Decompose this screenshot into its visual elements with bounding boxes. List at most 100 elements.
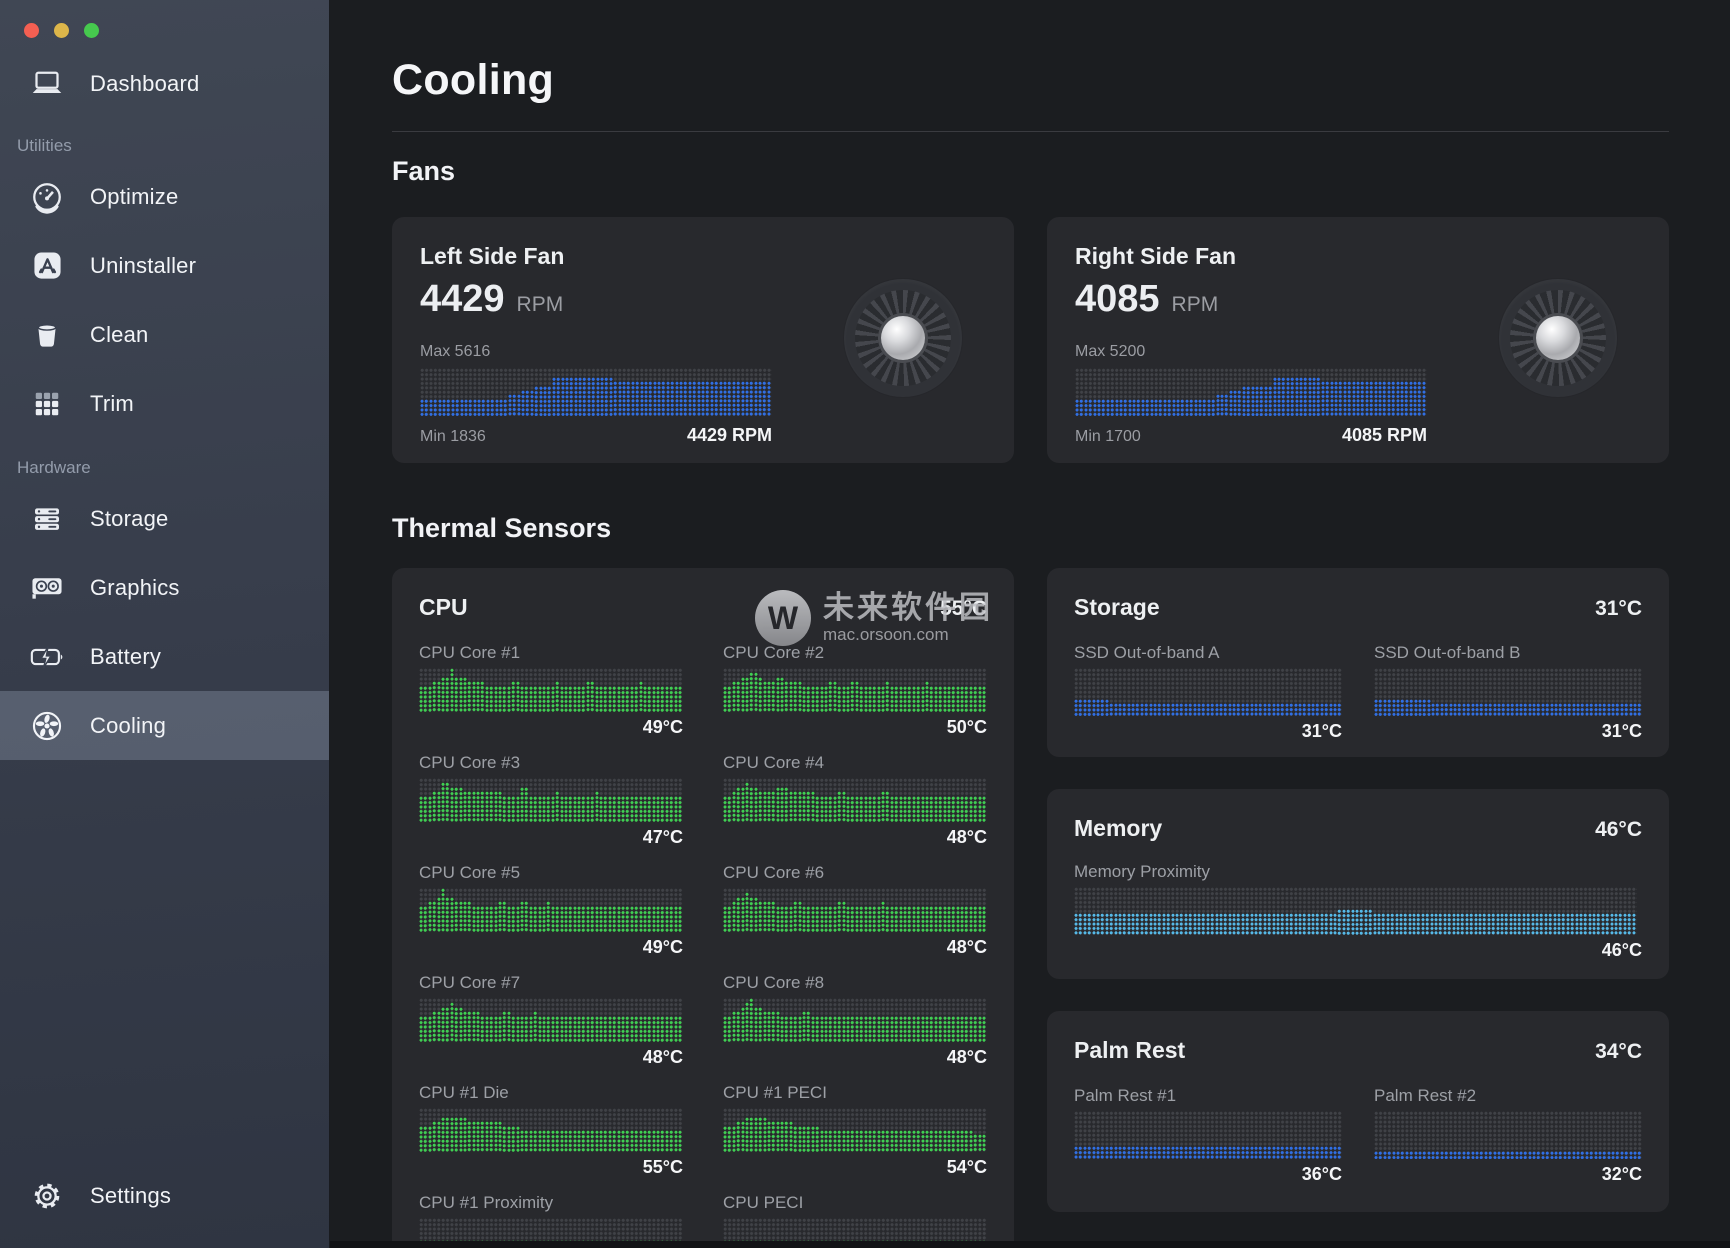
storage-card-title: Storage — [1074, 594, 1160, 621]
fan-history-chart — [420, 368, 772, 416]
sidebar-item-label: Optimize — [90, 184, 178, 210]
sensor-cell: CPU #1 Proximity — [419, 1193, 683, 1248]
memory-sensors-card: Memory 46°C Memory Proximity 46°C — [1047, 789, 1669, 979]
sensor-chart — [419, 778, 683, 822]
sensor-temp: 49°C — [419, 717, 683, 739]
gear-icon — [28, 1179, 66, 1213]
grid-icon — [28, 389, 66, 419]
sidebar-section-utilities: Utilities — [17, 136, 329, 156]
fan-history-chart — [1075, 368, 1427, 416]
sensor-label: SSD Out-of-band B — [1374, 643, 1642, 663]
sidebar-item-settings[interactable]: Settings — [0, 1161, 329, 1230]
sidebar-item-label: Battery — [90, 644, 161, 670]
sidebar-item-storage[interactable]: Storage — [0, 484, 329, 553]
app-window: Dashboard Utilities Optimize — [0, 0, 1730, 1248]
sensor-cell: SSD Out-of-band A 31°C — [1074, 643, 1342, 743]
memory-card-temp: 46°C — [1595, 818, 1642, 842]
server-icon — [28, 503, 66, 535]
sensor-temp: 55°C — [419, 1157, 683, 1179]
fans-heading: Fans — [392, 156, 1669, 187]
sensor-label: Memory Proximity — [1074, 862, 1642, 882]
sensor-cell: CPU Core #3 47°C — [419, 753, 683, 849]
sensor-chart — [1074, 668, 1342, 716]
minimize-button[interactable] — [54, 23, 69, 38]
sensor-cell: CPU #1 PECI54°C — [723, 1083, 987, 1179]
sensor-temp: 31°C — [1074, 721, 1342, 743]
sensor-label: CPU Core #4 — [723, 753, 987, 773]
sidebar-item-dashboard[interactable]: Dashboard — [0, 52, 329, 116]
sidebar-item-clean[interactable]: Clean — [0, 300, 329, 369]
appstore-icon — [28, 249, 66, 282]
fan-min-label: Min 1836 — [420, 428, 486, 446]
sensor-label: SSD Out-of-band A — [1074, 643, 1342, 663]
zoom-button[interactable] — [84, 23, 99, 38]
sensor-cell: CPU #1 Die 55°C — [419, 1083, 683, 1179]
sensor-chart — [723, 1108, 987, 1152]
sidebar-item-graphics[interactable]: Graphics — [0, 553, 329, 622]
sidebar-item-cooling[interactable]: Cooling — [0, 691, 329, 760]
sensor-label: Palm Rest #1 — [1074, 1086, 1342, 1106]
battery-icon — [28, 642, 66, 672]
sensor-cell: CPU Core #748°C — [419, 973, 683, 1069]
window-bottom-edge — [330, 1241, 1730, 1248]
storage-sensor-grid: SSD Out-of-band A 31°C SSD Out-of-band B 31… — [1074, 643, 1642, 743]
fan-current-label: 4085 RPM — [1342, 425, 1427, 446]
sensor-chart — [419, 888, 683, 932]
sensor-temp: 48°C — [723, 1047, 987, 1069]
sensor-temp: 48°C — [723, 937, 987, 959]
sidebar-section-hardware: Hardware — [17, 458, 329, 478]
sensor-label: CPU #1 Die — [419, 1083, 683, 1103]
fan-current-label: 4429 RPM — [687, 425, 772, 446]
cpu-sensor-grid: CPU Core #149°CCPU Core #250°CCPU Core #… — [419, 643, 987, 1248]
sensor-cell: CPU Core #448°C — [723, 753, 987, 849]
palmrest-card-title: Palm Rest — [1074, 1037, 1185, 1064]
palmrest-card-temp: 34°C — [1595, 1040, 1642, 1064]
sidebar-item-battery[interactable]: Battery — [0, 622, 329, 691]
sensor-label: CPU #1 Proximity — [419, 1193, 683, 1213]
sensor-label: CPU Core #8 — [723, 973, 987, 993]
laptop-icon — [28, 69, 66, 99]
sensor-label: CPU Core #2 — [723, 643, 987, 663]
fan-hub — [881, 316, 925, 360]
sensor-temp: 31°C — [1374, 721, 1642, 743]
sidebar: Dashboard Utilities Optimize — [0, 0, 330, 1248]
sidebar-item-uninstaller[interactable]: Uninstaller — [0, 231, 329, 300]
storage-sensors-card: Storage 31°C SSD Out-of-band A31°CSSD Ou… — [1047, 568, 1669, 757]
close-button[interactable] — [24, 23, 39, 38]
fan-image — [844, 279, 962, 397]
fan-rpm-value: 4429 — [420, 278, 505, 321]
fan-icon — [28, 709, 66, 743]
sensor-chart — [723, 778, 987, 822]
sensor-temp: 36°C — [1074, 1164, 1342, 1186]
sensor-label: CPU Core #6 — [723, 863, 987, 883]
sidebar-item-label: Settings — [90, 1183, 171, 1209]
page-title: Cooling — [392, 56, 1669, 105]
sensor-chart — [419, 668, 683, 712]
sensor-chart — [723, 888, 987, 932]
fan-min-label: Min 1700 — [1075, 428, 1141, 446]
thermal-heading: Thermal Sensors — [392, 513, 1669, 544]
gauge-icon — [28, 180, 66, 214]
main-content: Cooling Fans Left Side Fan 4429 RPM Max … — [330, 0, 1730, 1248]
sidebar-item-optimize[interactable]: Optimize — [0, 162, 329, 231]
sensor-chart — [419, 998, 683, 1042]
sensor-label: CPU Core #1 — [419, 643, 683, 663]
sidebar-item-trim[interactable]: Trim — [0, 369, 329, 438]
sensor-label: CPU PECI — [723, 1193, 987, 1213]
sensor-chart — [1374, 1111, 1642, 1159]
sensor-label: CPU Core #3 — [419, 753, 683, 773]
sensor-chart — [1074, 887, 1637, 935]
sensor-temp: 49°C — [419, 937, 683, 959]
cpu-sensors-card: CPU 55°C CPU Core #149°CCPU Core #250°CC… — [392, 568, 1014, 1248]
sensor-cell: Memory Proximity 46°C — [1074, 862, 1642, 962]
sidebar-item-label: Storage — [90, 506, 168, 532]
sensor-chart — [419, 1108, 683, 1152]
fan-rpm-unit: RPM — [517, 293, 564, 317]
sidebar-item-label: Graphics — [90, 575, 180, 601]
sidebar-item-label: Cooling — [90, 713, 166, 739]
fan-hub — [1536, 316, 1580, 360]
sensor-cell: CPU Core #8 48°C — [723, 973, 987, 1069]
sensor-temp: 47°C — [419, 827, 683, 849]
fan-rpm-value: 4085 — [1075, 278, 1160, 321]
sensor-chart — [1374, 668, 1642, 716]
